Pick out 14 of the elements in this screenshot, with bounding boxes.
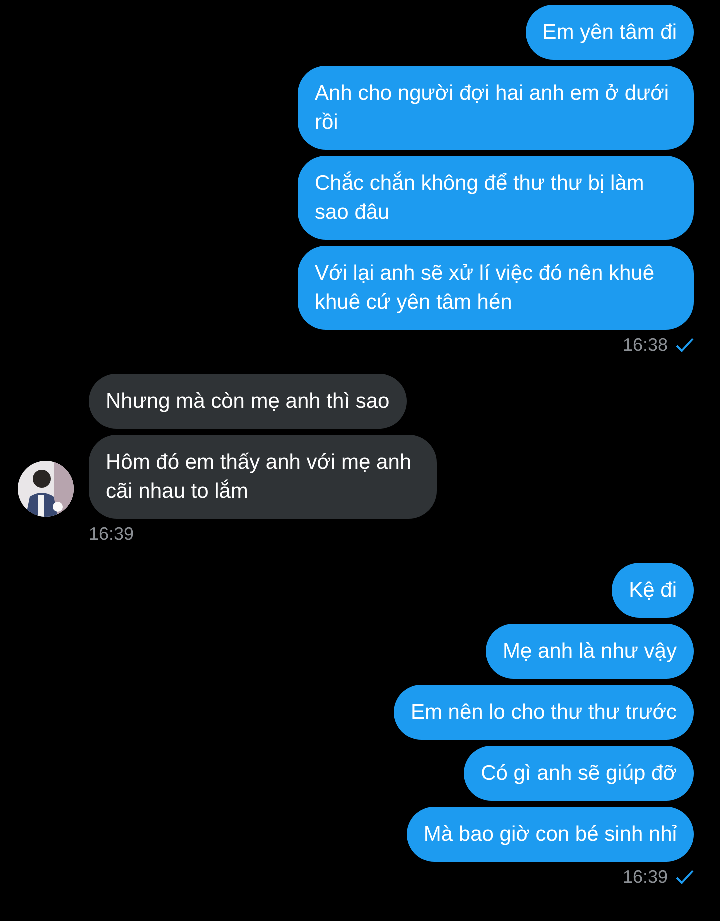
- message-bubble: Với lại anh sẽ xử lí việc đó nên khuê khuê cứ yên tâm hén: [298, 246, 694, 330]
- message-bubble: Có gì anh sẽ giúp đỡ: [464, 746, 694, 801]
- message-bubble: Mà bao giờ con bé sinh nhỉ: [406, 807, 694, 862]
- message-bubble: Anh cho người đợi hai anh em ở dưới rồi: [298, 66, 694, 150]
- timestamp: 16:39: [622, 866, 668, 888]
- timestamp: 16:38: [622, 334, 668, 356]
- message-bubble: Mẹ anh là như vậy: [486, 624, 694, 679]
- message-bubble: Kệ đi: [612, 563, 694, 618]
- timestamp: 16:39: [89, 523, 134, 545]
- message-bubble: Chắc chắn không để thư thư bị làm sao đâu: [298, 156, 694, 240]
- message-bubble: Hôm đó em thấy anh với mẹ anh cãi nhau to lắm: [89, 435, 437, 519]
- message-bubble: Em yên tâm đi: [526, 5, 694, 60]
- message-bubble: Nhưng mà còn mẹ anh thì sao: [89, 374, 407, 429]
- message-bubble: Em nên lo cho thư thư trước: [394, 685, 694, 740]
